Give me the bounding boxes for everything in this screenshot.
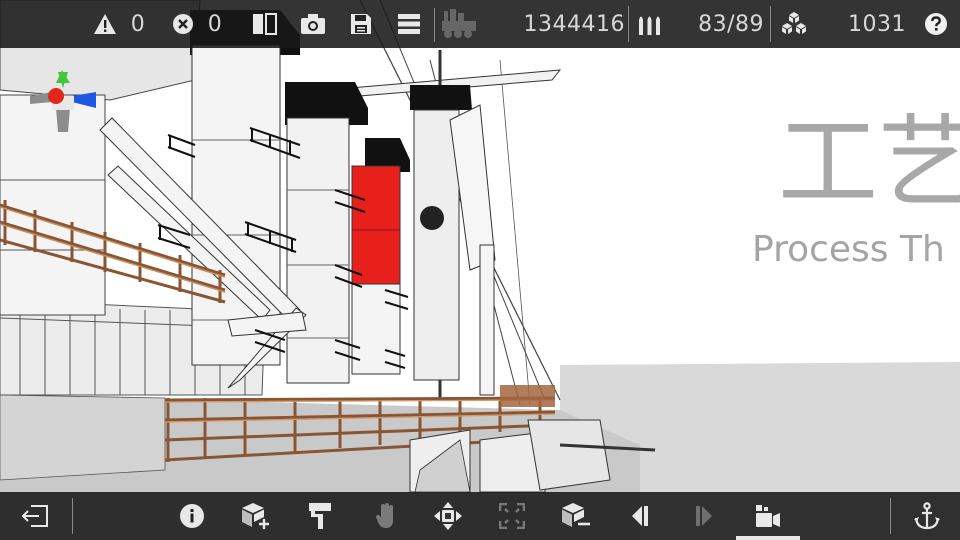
exit-icon — [21, 504, 49, 528]
active-tool-indicator — [736, 536, 800, 540]
move-icon — [433, 501, 463, 531]
camera-mode-icon — [755, 504, 781, 528]
top-status-bar: 0 0 1344416 83/89 1031 — [0, 0, 960, 48]
info-button[interactable] — [168, 492, 216, 540]
vehicle-icon — [442, 9, 476, 39]
menu-icon — [398, 14, 420, 34]
paint-button[interactable] — [296, 492, 344, 540]
triangle-count: 1344416 — [510, 0, 625, 48]
help-icon — [924, 12, 948, 36]
vehicle-button[interactable] — [438, 0, 480, 48]
bottom-separator — [890, 498, 891, 534]
ammo-count: 83/89 — [698, 11, 764, 37]
triangle-count-value: 1344416 — [523, 11, 625, 37]
split-view-icon — [252, 13, 278, 35]
paint-icon — [308, 502, 332, 530]
fit-view-icon — [499, 503, 525, 529]
anchor-button[interactable] — [902, 492, 952, 540]
error-icon — [172, 13, 194, 35]
bottom-toolbar — [0, 492, 960, 540]
remove-block-button[interactable] — [552, 492, 600, 540]
warning-icon — [93, 13, 117, 35]
save-icon — [350, 13, 372, 35]
ammo-indicator: 83/89 — [632, 0, 768, 48]
ammo-icon — [638, 12, 662, 36]
save-button[interactable] — [340, 0, 382, 48]
camera-button[interactable] — [292, 0, 334, 48]
next-icon — [693, 504, 715, 528]
info-icon — [179, 503, 205, 529]
error-count: 0 — [207, 11, 223, 37]
app-root: 工艺 Process Th 0 0 1344416 83/89 1031 — [0, 0, 960, 540]
move-button[interactable] — [424, 492, 472, 540]
watermark-title: 工艺 — [778, 104, 960, 221]
next-button[interactable] — [680, 492, 728, 540]
anchor-icon — [914, 502, 940, 530]
top-separator — [434, 8, 435, 42]
watermark-subtitle: Process Th — [752, 229, 945, 270]
warning-count: 0 — [130, 11, 146, 37]
help-button[interactable] — [914, 0, 958, 48]
top-separator — [628, 6, 629, 42]
top-separator — [770, 6, 771, 42]
hand-button[interactable] — [362, 492, 410, 540]
parts-indicator: 1031 — [774, 0, 908, 48]
previous-button[interactable] — [616, 492, 664, 540]
error-indicator[interactable]: 0 — [162, 0, 232, 48]
menu-button[interactable] — [388, 0, 430, 48]
parts-icon — [780, 11, 808, 37]
bottom-separator — [72, 498, 73, 534]
camera-icon — [300, 13, 326, 35]
warning-indicator[interactable]: 0 — [84, 0, 154, 48]
exit-button[interactable] — [10, 492, 60, 540]
add-block-button[interactable] — [232, 492, 280, 540]
previous-icon — [629, 504, 651, 528]
parts-count: 1031 — [848, 11, 906, 37]
camera-mode-button[interactable] — [744, 492, 792, 540]
split-view-button[interactable] — [244, 0, 286, 48]
remove-block-icon — [561, 502, 591, 530]
add-block-icon — [241, 502, 271, 530]
fit-view-button[interactable] — [488, 492, 536, 540]
hand-icon — [374, 502, 398, 530]
